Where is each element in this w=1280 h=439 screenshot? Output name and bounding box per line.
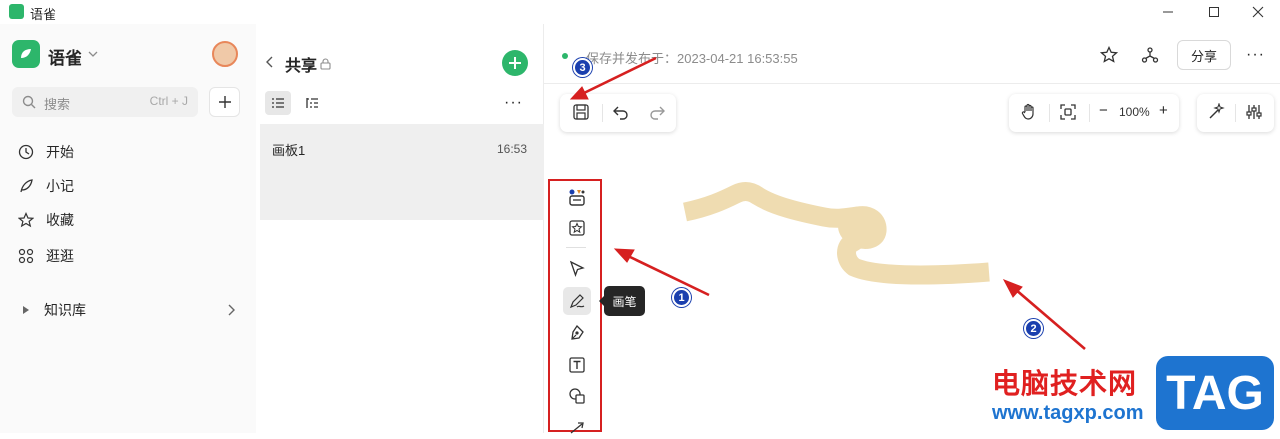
chevron-right-icon[interactable] [228, 304, 236, 316]
title-bar: 语雀 [0, 0, 1280, 24]
back-icon[interactable] [265, 56, 273, 68]
feather-icon [18, 178, 34, 194]
sidebar-item-label: 知识库 [44, 302, 86, 318]
sidebar-item-notes[interactable]: 小记 [18, 174, 238, 198]
sidebar-item-label: 开始 [46, 144, 74, 160]
sidebar-item-start[interactable]: 开始 [18, 140, 238, 164]
search-placeholder: 搜索 [44, 97, 71, 112]
clock-icon [18, 144, 34, 160]
list-item[interactable]: 画板1 16:53 [260, 124, 544, 220]
tree-view-button[interactable] [300, 91, 324, 115]
star-icon [18, 212, 34, 228]
brand-logo[interactable] [12, 40, 40, 68]
window-title: 语雀 [30, 7, 57, 22]
add-button[interactable] [209, 87, 240, 117]
new-doc-button[interactable] [502, 50, 528, 76]
sidebar-item-favorites[interactable]: 收藏 [18, 208, 238, 232]
doc-name: 画板1 [272, 143, 306, 158]
board-editor: 保存并发布于：2023-04-21 16:53:55 分享 ··· − 100%… [544, 24, 1280, 434]
sidebar-item-label: 收藏 [46, 212, 74, 228]
doc-list-panel: 共享 ··· 画板1 16:53 [256, 24, 544, 433]
grid-dots-icon [18, 248, 34, 264]
lock-icon [320, 58, 331, 70]
more-icon[interactable]: ··· [504, 94, 523, 112]
sidebar-item-explore[interactable]: 逛逛 [18, 244, 238, 268]
watermark-logo: TAG [1156, 356, 1274, 430]
search-icon [22, 95, 36, 109]
search-input[interactable]: 搜索 Ctrl + J [12, 87, 198, 117]
step-marker-1: 1 [672, 288, 691, 307]
sidebar-item-label: 小记 [46, 178, 74, 194]
step-marker-3: 3 [573, 58, 592, 77]
caret-right-icon [22, 305, 30, 315]
sidebar-item-knowledge-base[interactable]: 知识库 [22, 300, 236, 320]
minimize-button[interactable] [1148, 2, 1188, 22]
maximize-button[interactable] [1194, 2, 1234, 22]
annotation-arrows [569, 56, 1086, 350]
sidebar-item-label: 逛逛 [46, 248, 74, 264]
watermark-text: 电脑技术网 [992, 368, 1138, 399]
search-shortcut: Ctrl + J [149, 94, 188, 108]
list-view-button[interactable] [265, 91, 291, 115]
close-button[interactable] [1238, 2, 1278, 22]
page-title: 共享 [285, 58, 318, 75]
brush-stroke [682, 182, 990, 285]
chevron-down-icon[interactable] [88, 50, 98, 58]
watermark-url: www.tagxp.com [992, 402, 1144, 424]
brand-name[interactable]: 语雀 [48, 44, 82, 69]
app-logo [9, 4, 24, 19]
avatar[interactable] [212, 41, 238, 67]
doc-time: 16:53 [496, 142, 527, 156]
step-marker-2: 2 [1024, 319, 1043, 338]
sidebar: 语雀 搜索 Ctrl + J 开始 小记 收藏 逛逛 知识库 [0, 24, 256, 433]
